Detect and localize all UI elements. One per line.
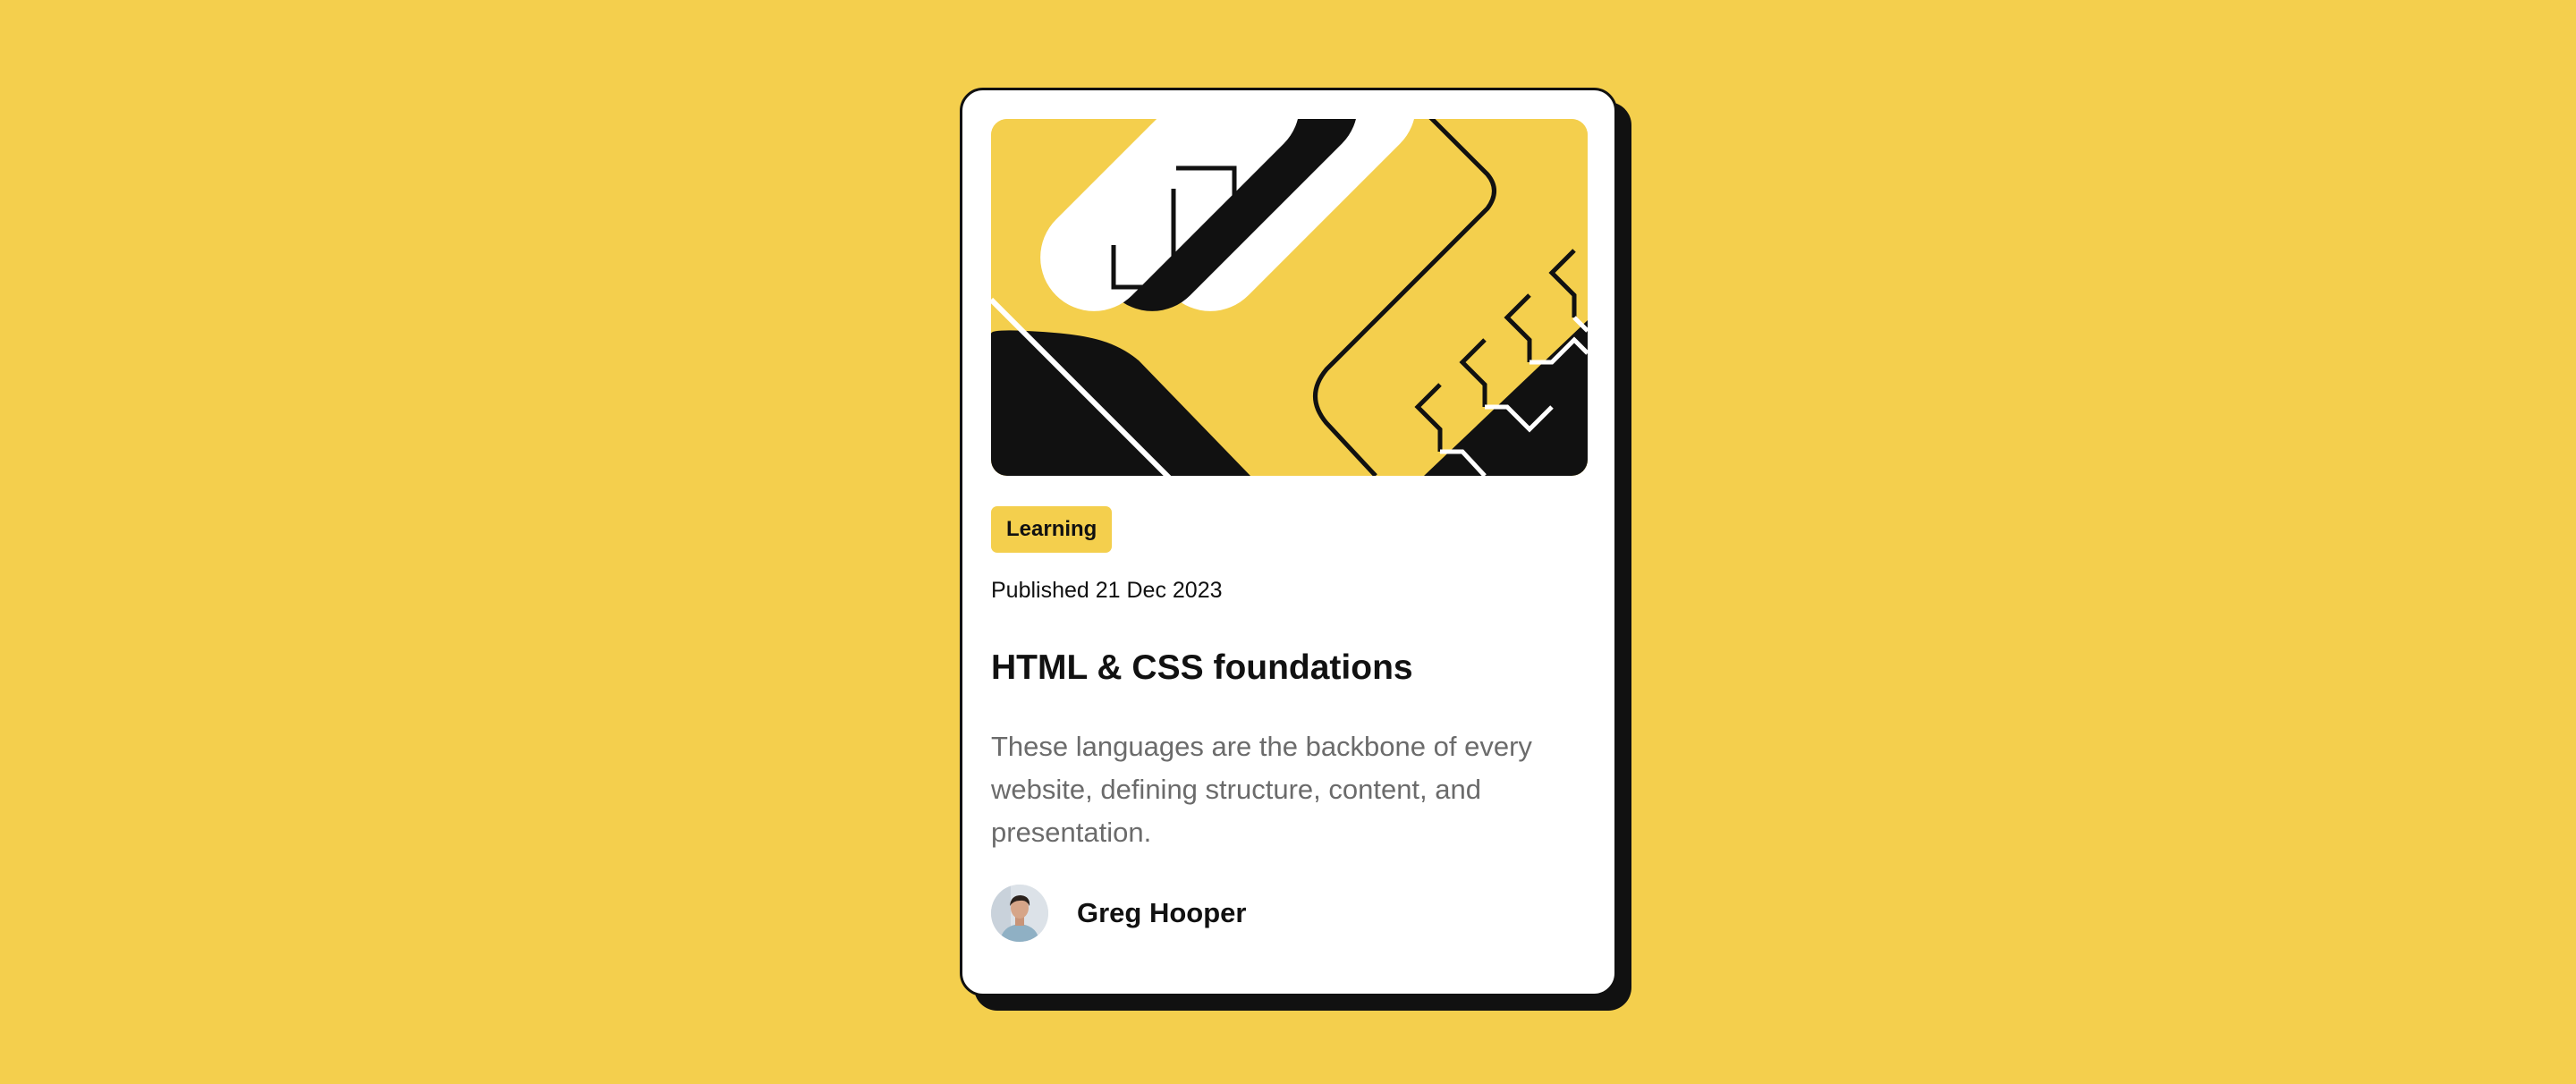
hero-illustration (991, 119, 1588, 476)
blog-preview-card: Learning Published 21 Dec 2023 HTML & CS… (960, 88, 1617, 996)
category-badge: Learning (991, 506, 1113, 553)
published-date: Published 21 Dec 2023 (991, 578, 1223, 603)
avatar (991, 885, 1048, 942)
author-name: Greg Hooper (1077, 897, 1247, 928)
card-description: These languages are the backbone of ever… (991, 731, 1532, 848)
card-title[interactable]: HTML & CSS foundations (991, 646, 1413, 690)
author: Greg Hooper (991, 885, 1246, 942)
